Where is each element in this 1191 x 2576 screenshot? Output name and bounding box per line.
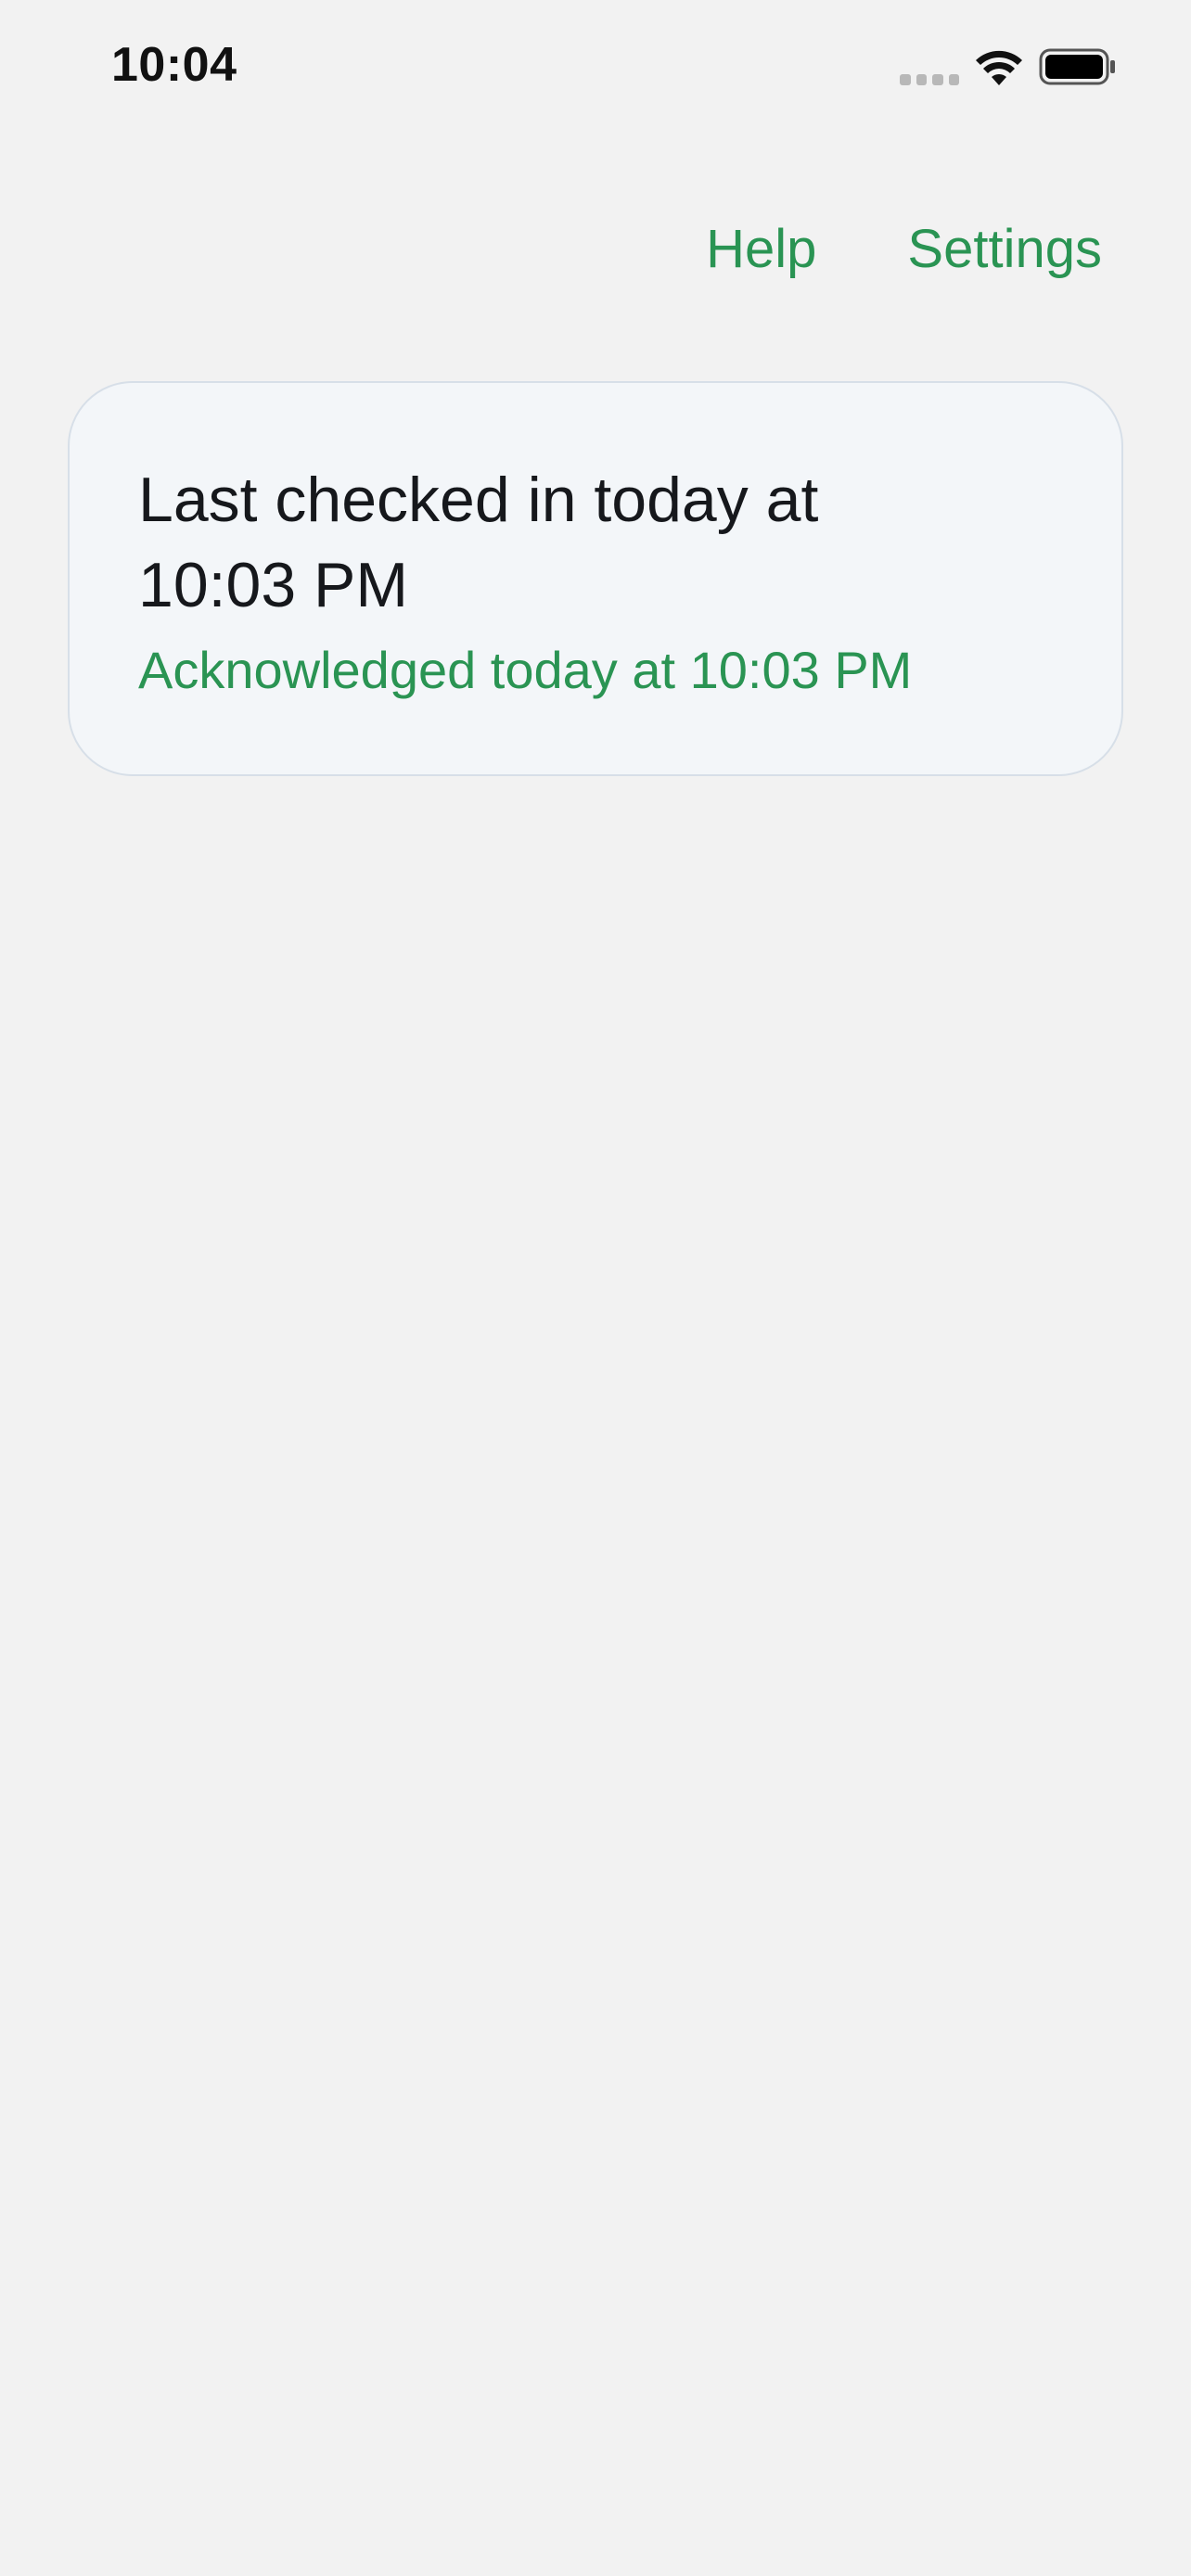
help-button[interactable]: Help (706, 223, 816, 276)
check-in-status-card: Last checked in today at 10:03 PM Acknow… (68, 381, 1123, 776)
cellular-signal-icon (900, 74, 959, 87)
wifi-icon (976, 50, 1022, 85)
acknowledged-text: Acknowledged today at 10:03 PM (138, 641, 913, 699)
app-screen: 10:04 Help Settings Last checked in toda… (0, 0, 1191, 2576)
nav-actions: Help Settings (706, 223, 1102, 276)
battery-icon (1039, 48, 1115, 85)
status-bar: 10:04 (0, 0, 1191, 139)
last-checked-in-text: Last checked in today at 10:03 PM (138, 465, 819, 620)
settings-button[interactable]: Settings (907, 223, 1102, 276)
status-time: 10:04 (111, 38, 237, 92)
